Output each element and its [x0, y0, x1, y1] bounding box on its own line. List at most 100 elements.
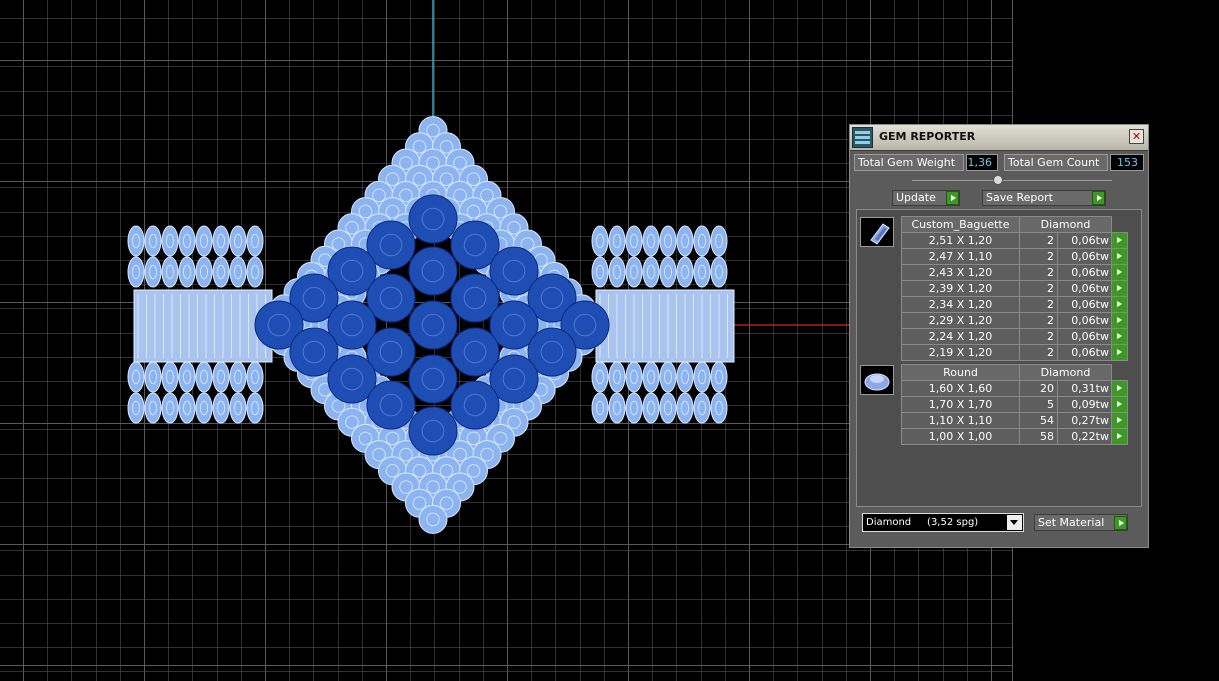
- row-select-arrow-icon[interactable]: [1111, 412, 1128, 429]
- pave-stone: [676, 361, 694, 393]
- pave-stone: [591, 392, 609, 424]
- pave-stone: [625, 392, 643, 424]
- row-select-arrow-icon[interactable]: [1111, 328, 1128, 345]
- pave-stone: [246, 225, 264, 257]
- row-select-arrow-icon[interactable]: [1111, 280, 1128, 297]
- gem-row[interactable]: 2,51 X 1,20 2 0,06tw: [901, 232, 1128, 249]
- pave-stone: [608, 225, 626, 257]
- gem-row[interactable]: 1,00 X 1,00 58 0,22tw: [901, 428, 1128, 445]
- size-slider-track[interactable]: [912, 180, 1112, 181]
- update-arrow-icon[interactable]: [946, 191, 959, 205]
- pave-stone: [161, 225, 179, 257]
- gem-row[interactable]: 1,10 X 1,10 54 0,27tw: [901, 412, 1128, 429]
- gem-size-cell: 1,00 X 1,00: [901, 428, 1020, 445]
- size-slider-handle[interactable]: [993, 175, 1003, 185]
- gem-size-cell: 2,24 X 1,20: [901, 328, 1020, 345]
- pave-stone: [676, 225, 694, 257]
- round-gem-icon: [860, 365, 894, 395]
- row-select-arrow-icon[interactable]: [1111, 396, 1128, 413]
- save-report-button[interactable]: Save Report: [982, 190, 1106, 206]
- pave-stone: [229, 256, 247, 288]
- pave-stone: [229, 361, 247, 393]
- pave-stone: [178, 225, 196, 257]
- gem-size-cell: 2,39 X 1,20: [901, 280, 1020, 297]
- center-stone: [408, 246, 458, 296]
- pave-stone: [608, 361, 626, 393]
- gem-count-cell: 2: [1019, 312, 1058, 329]
- material-select-value: Diamond (3,52 spg): [866, 517, 979, 528]
- gem-size-cell: 1,70 X 1,70: [901, 396, 1020, 413]
- row-select-arrow-icon[interactable]: [1111, 248, 1128, 265]
- close-button[interactable]: ✕: [1129, 129, 1144, 144]
- pave-stone: [591, 361, 609, 393]
- pave-stone: [246, 392, 264, 424]
- pave-stone: [659, 225, 677, 257]
- round-table: Round Diamond 1,60 X 1,60 20 0,31tw 1,70 X 1,…: [901, 364, 1128, 445]
- gem-row[interactable]: 2,39 X 1,20 2 0,06tw: [901, 280, 1128, 297]
- gem-material-header: Diamond: [1019, 216, 1112, 233]
- gem-weight-cell: 0,31tw: [1057, 380, 1112, 397]
- baguette-table: Custom_Baguette Diamond 2,51 X 1,20 2 0,06tw…: [901, 216, 1128, 361]
- center-stone: [408, 194, 458, 244]
- center-stone: [408, 406, 458, 456]
- chevron-down-icon[interactable]: [1007, 515, 1022, 530]
- pave-stone: [642, 256, 660, 288]
- gem-row[interactable]: 2,34 X 1,20 2 0,06tw: [901, 296, 1128, 313]
- pave-stone: [710, 361, 728, 393]
- gem-count-cell: 5: [1019, 396, 1058, 413]
- row-select-arrow-icon[interactable]: [1111, 232, 1128, 249]
- pave-stone: [195, 392, 213, 424]
- gem-row[interactable]: 2,47 X 1,10 2 0,06tw: [901, 248, 1128, 265]
- row-select-arrow-icon[interactable]: [1111, 344, 1128, 361]
- gem-report-list[interactable]: Custom_Baguette Diamond 2,51 X 1,20 2 0,06tw…: [856, 209, 1142, 507]
- gem-weight-cell: 0,22tw: [1057, 428, 1112, 445]
- row-select-arrow-icon[interactable]: [1111, 264, 1128, 281]
- gem-row[interactable]: 2,43 X 1,20 2 0,06tw: [901, 264, 1128, 281]
- pave-stone: [195, 256, 213, 288]
- gem-size-cell: 2,19 X 1,20: [901, 344, 1020, 361]
- pave-stone: [144, 256, 162, 288]
- total-gem-count-value: 153: [1110, 154, 1144, 171]
- pave-stone: [212, 225, 230, 257]
- material-select[interactable]: Diamond (3,52 spg): [862, 513, 1024, 532]
- set-material-arrow-icon[interactable]: [1114, 516, 1127, 530]
- gem-material-header: Diamond: [1019, 364, 1112, 381]
- gem-row[interactable]: 1,70 X 1,70 5 0,09tw: [901, 396, 1128, 413]
- pave-stone: [693, 256, 711, 288]
- row-select-arrow-icon[interactable]: [1111, 312, 1128, 329]
- center-stone: [450, 380, 500, 430]
- pave-stone: [625, 361, 643, 393]
- gem-row[interactable]: 1,60 X 1,60 20 0,31tw: [901, 380, 1128, 397]
- total-gem-count-label: Total Gem Count: [1004, 154, 1108, 171]
- panel-titlebar[interactable]: GEM REPORTER ✕: [850, 125, 1148, 151]
- total-gem-weight-label: Total Gem Weight: [854, 154, 964, 171]
- gem-row[interactable]: 2,19 X 1,20 2 0,06tw: [901, 344, 1128, 361]
- total-gem-weight-value: 1,36: [966, 154, 998, 171]
- row-select-arrow-icon[interactable]: [1111, 380, 1128, 397]
- pave-stone: [710, 256, 728, 288]
- baguette-gem-icon: [860, 217, 894, 247]
- pave-stone: [127, 392, 145, 424]
- pave-stone: [710, 225, 728, 257]
- pave-stone: [625, 225, 643, 257]
- gem-count-cell: 2: [1019, 328, 1058, 345]
- pave-stone: [418, 504, 448, 534]
- pave-stone: [127, 225, 145, 257]
- row-select-arrow-icon[interactable]: [1111, 428, 1128, 445]
- pave-stone: [625, 256, 643, 288]
- gem-weight-cell: 0,06tw: [1057, 328, 1112, 345]
- pave-stone: [161, 361, 179, 393]
- center-stone: [366, 380, 416, 430]
- pave-stone: [195, 225, 213, 257]
- save-report-arrow-icon[interactable]: [1092, 191, 1105, 205]
- gem-row[interactable]: 2,24 X 1,20 2 0,06tw: [901, 328, 1128, 345]
- set-material-button-label: Set Material: [1038, 516, 1105, 529]
- pave-stone: [591, 225, 609, 257]
- pave-stone: [144, 225, 162, 257]
- pave-stone: [144, 361, 162, 393]
- gem-weight-cell: 0,06tw: [1057, 280, 1112, 297]
- row-select-arrow-icon[interactable]: [1111, 296, 1128, 313]
- gem-row[interactable]: 2,29 X 1,20 2 0,06tw: [901, 312, 1128, 329]
- pave-stone: [212, 392, 230, 424]
- gem-size-cell: 2,47 X 1,10: [901, 248, 1020, 265]
